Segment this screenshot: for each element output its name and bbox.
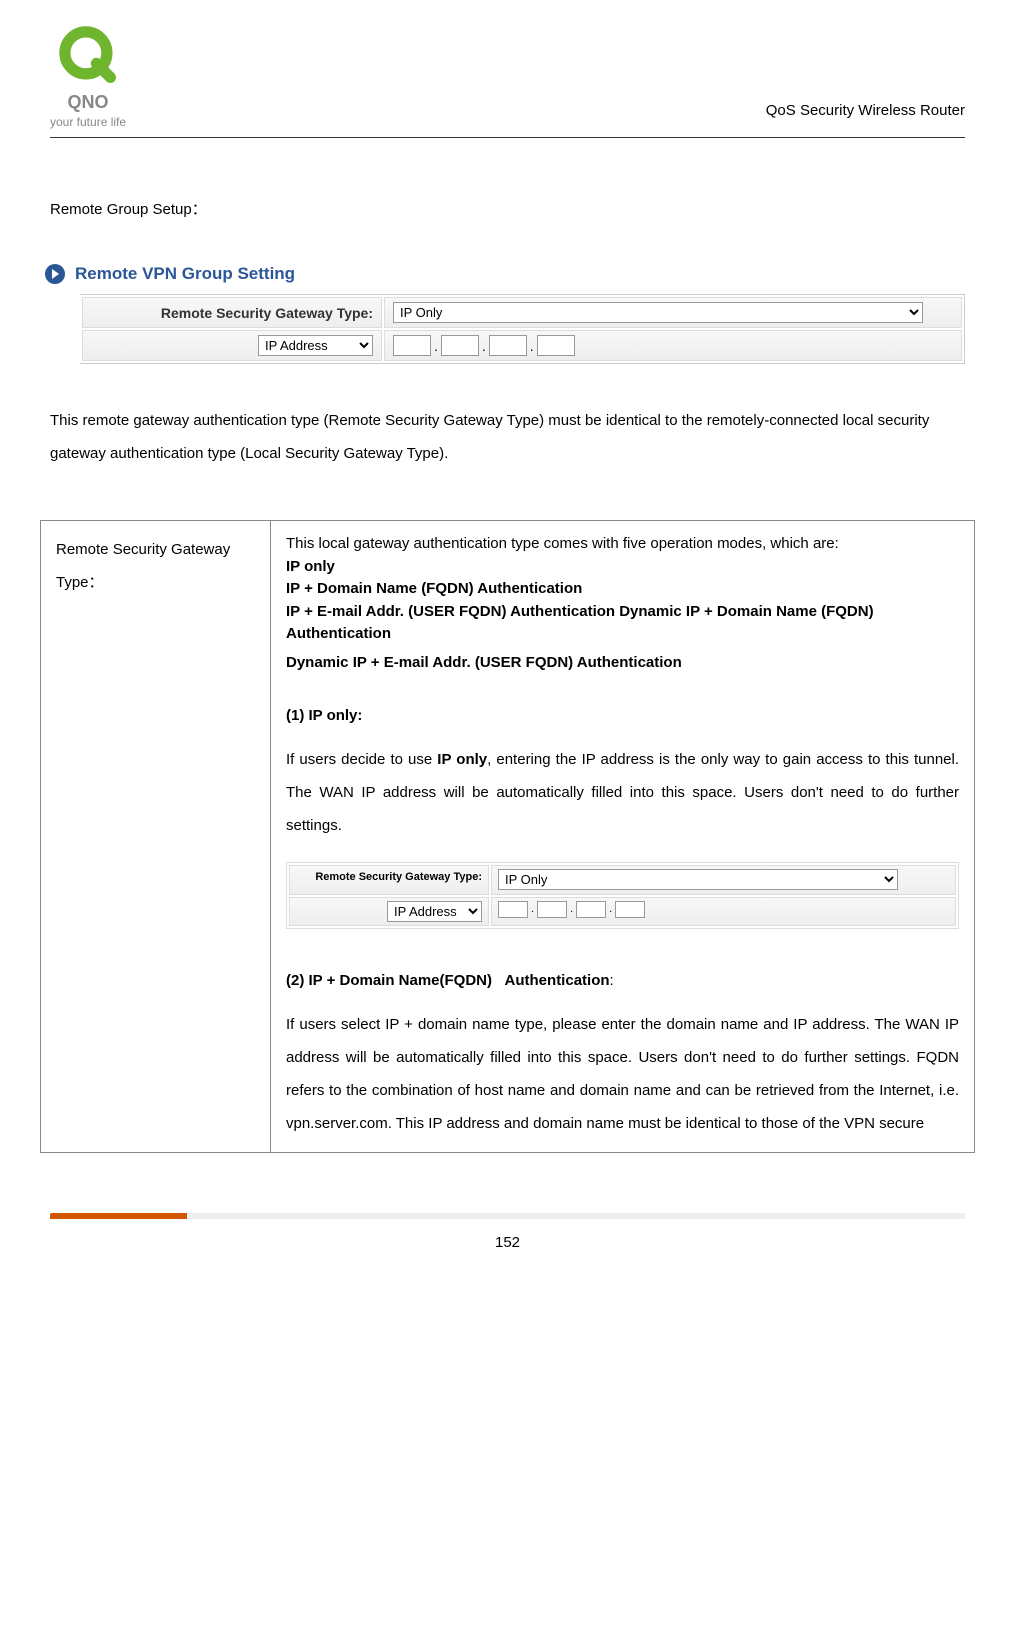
inner-ip-address-input[interactable]: . . . xyxy=(498,901,645,919)
sec1-paragraph: If users decide to use IP only, entering… xyxy=(286,743,959,842)
panel-heading: Remote VPN Group Setting xyxy=(75,264,295,284)
logo-block: QNO your future life xyxy=(50,20,126,129)
mode-1: IP only xyxy=(286,556,959,579)
table-right-content: This local gateway authentication type c… xyxy=(271,521,975,1153)
ip-octet-3[interactable] xyxy=(489,335,527,356)
table-left-label: Remote Security Gateway Type： xyxy=(41,521,271,1153)
ip-octet-4[interactable] xyxy=(537,335,575,356)
page-number: 152 xyxy=(50,1234,965,1251)
mode-2: IP + Domain Name (FQDN) Authentication xyxy=(286,578,959,601)
remote-vpn-form: Remote Security Gateway Type: IP Only IP… xyxy=(80,294,965,364)
ip-octet-1[interactable] xyxy=(393,335,431,356)
description-table: Remote Security Gateway Type： This local… xyxy=(40,520,975,1153)
brand-name: QNO xyxy=(68,92,109,113)
product-name: QoS Security Wireless Router xyxy=(766,102,965,129)
gateway-type-label: Remote Security Gateway Type: xyxy=(82,297,382,328)
ip-address-input[interactable]: . . . xyxy=(393,335,575,356)
gateway-type-select[interactable]: IP Only xyxy=(393,302,923,323)
inner-remote-vpn-form: Remote Security Gateway Type: IP Only IP… xyxy=(286,862,959,929)
section-title: Remote Group Setup： xyxy=(50,198,965,219)
sec2-paragraph: If users select IP + domain name type, p… xyxy=(286,1008,959,1140)
intro-text: This local gateway authentication type c… xyxy=(286,533,959,556)
sec1-title: (1) IP only: xyxy=(286,704,959,728)
play-bullet-icon xyxy=(45,264,65,284)
ip-mode-select[interactable]: IP Address xyxy=(258,335,373,356)
mode-3: IP + E-mail Addr. (USER FQDN) Authentica… xyxy=(286,601,959,646)
footer-divider xyxy=(50,1213,965,1219)
mode-4: Dynamic IP + E-mail Addr. (USER FQDN) Au… xyxy=(286,652,959,675)
ip-octet-2[interactable] xyxy=(441,335,479,356)
inner-ip-mode-select[interactable]: IP Address xyxy=(387,901,482,922)
inner-ip-octet-2[interactable] xyxy=(537,901,567,918)
description-paragraph: This remote gateway authentication type … xyxy=(50,404,965,470)
tagline: your future life xyxy=(50,115,126,129)
inner-gateway-type-label: Remote Security Gateway Type: xyxy=(289,865,489,895)
logo-icon xyxy=(53,20,123,90)
inner-gateway-type-select[interactable]: IP Only xyxy=(498,869,898,890)
inner-ip-octet-1[interactable] xyxy=(498,901,528,918)
inner-ip-octet-4[interactable] xyxy=(615,901,645,918)
sec2-title: (2) IP + Domain Name(FQDN) Authenticatio… xyxy=(286,969,959,993)
inner-ip-octet-3[interactable] xyxy=(576,901,606,918)
